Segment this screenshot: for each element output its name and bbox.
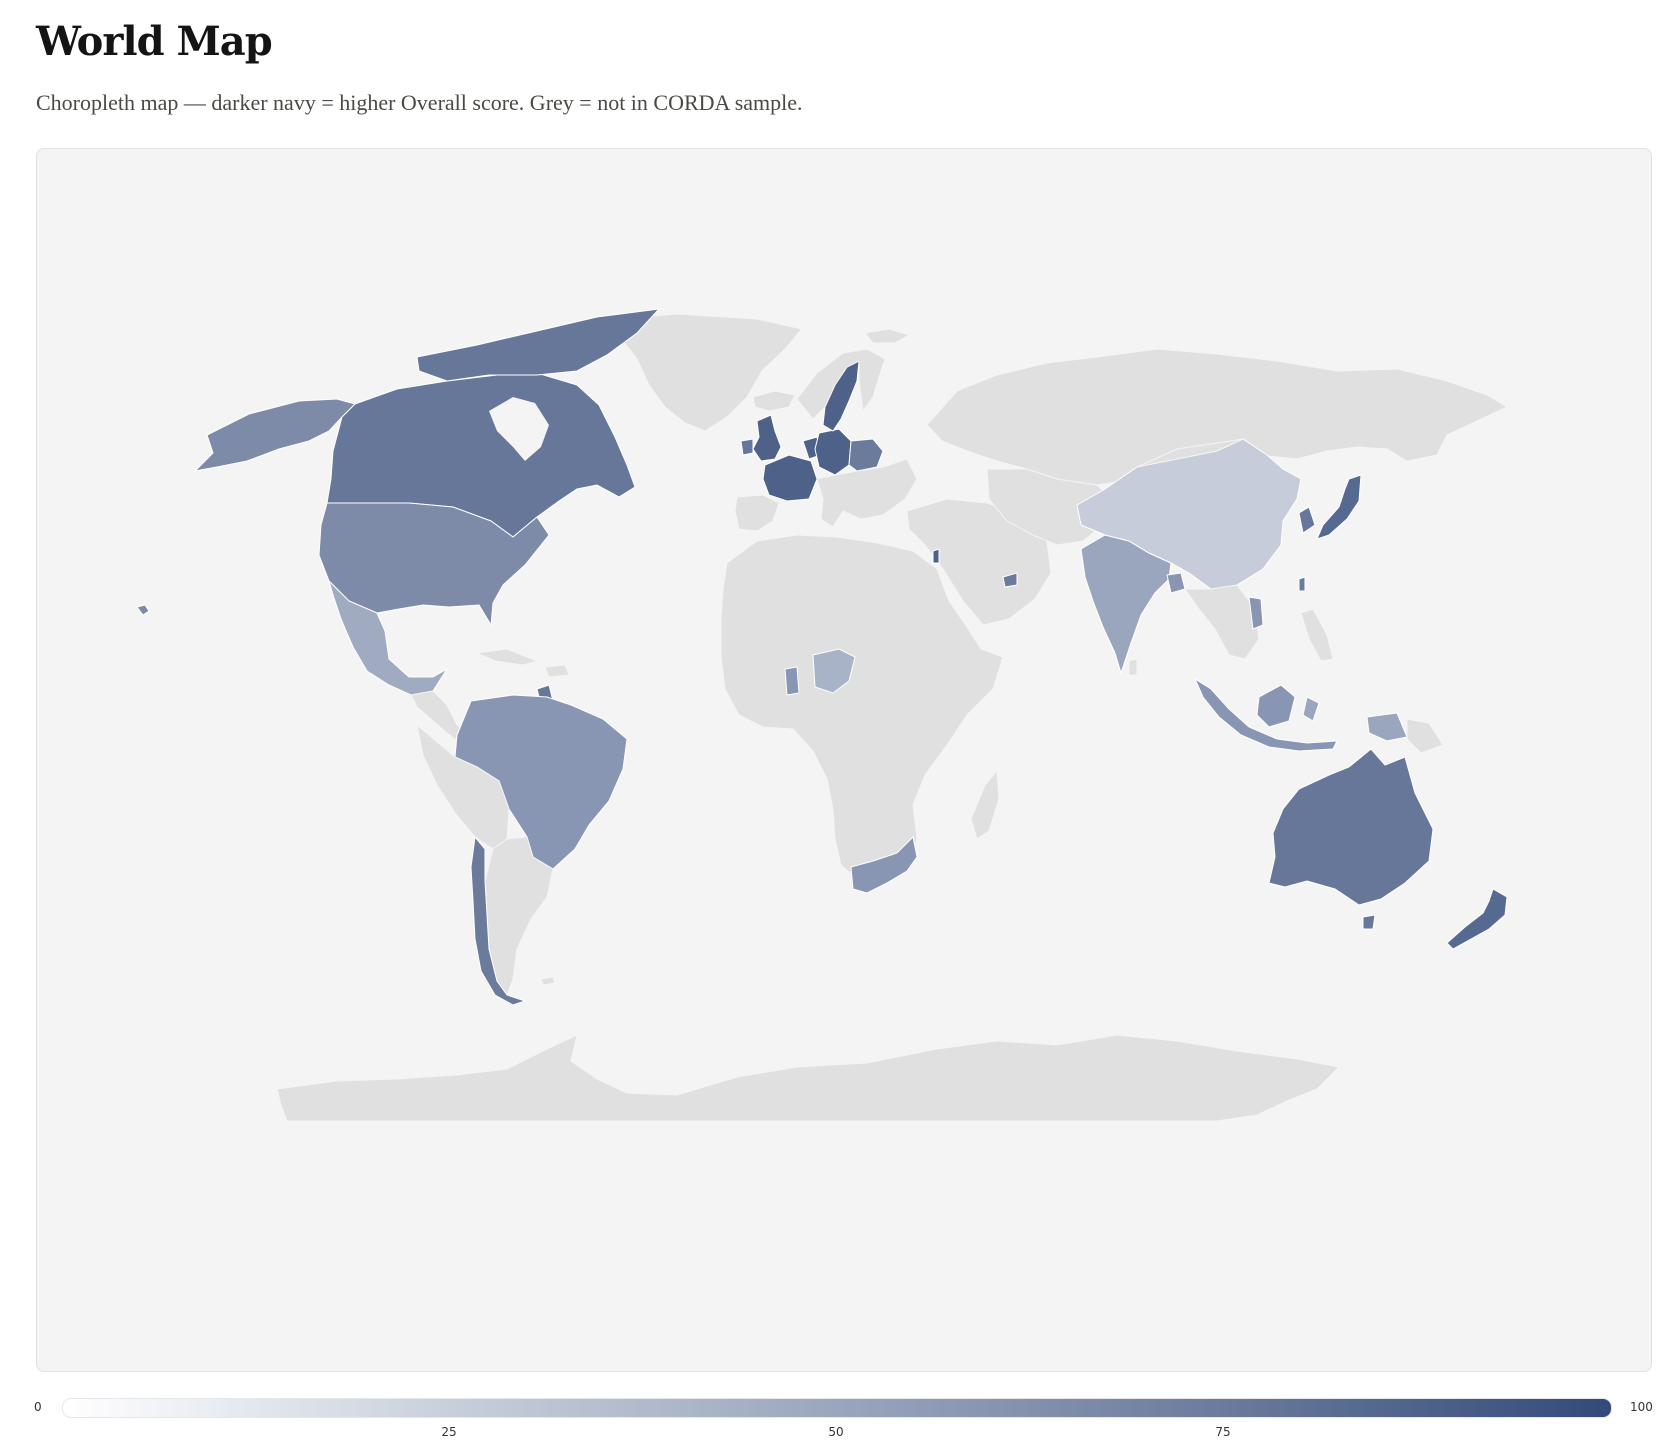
country-japan[interactable] — [1316, 474, 1362, 540]
legend-color-scale — [62, 1398, 1612, 1418]
country-tasmania[interactable] — [1362, 914, 1376, 930]
legend-tick-50: 50 — [828, 1425, 844, 1439]
legend-min-label: 0 — [34, 1400, 42, 1414]
country-hispaniola[interactable] — [544, 664, 570, 678]
country-france[interactable] — [762, 454, 818, 502]
country-iceland[interactable] — [752, 390, 796, 412]
legend-tick-25: 25 — [441, 1425, 457, 1439]
country-madagascar[interactable] — [970, 769, 1000, 840]
country-sri-lanka[interactable] — [1128, 658, 1138, 676]
page-subtitle: Choropleth map — darker navy = higher Ov… — [36, 90, 803, 115]
country-cuba[interactable] — [475, 648, 539, 666]
page-title: World Map — [36, 18, 273, 65]
country-israel[interactable] — [932, 548, 940, 564]
country-papua-new-guinea[interactable] — [1406, 718, 1444, 754]
country-australia[interactable] — [1268, 748, 1434, 906]
country-borneo[interactable] — [1256, 684, 1296, 728]
legend-tick-75: 75 — [1215, 1425, 1231, 1439]
country-southeast-asia[interactable] — [1184, 584, 1260, 660]
country-united-kingdom[interactable] — [752, 414, 782, 462]
country-ghana[interactable] — [784, 666, 800, 696]
country-south-korea[interactable] — [1298, 506, 1316, 534]
country-iberia[interactable] — [734, 494, 780, 532]
world-map-panel[interactable] — [36, 148, 1652, 1372]
country-sulawesi-papua[interactable] — [1302, 696, 1408, 742]
country-germany[interactable] — [814, 428, 852, 476]
legend-max-label: 100 — [1630, 1400, 1653, 1414]
country-falklands[interactable] — [540, 976, 556, 986]
country-antarctica[interactable] — [276, 1034, 1341, 1122]
country-canada-arctic-islands[interactable] — [416, 308, 661, 382]
country-philippines[interactable] — [1300, 608, 1334, 662]
country-usa-alaska[interactable] — [193, 398, 356, 472]
country-poland[interactable] — [848, 438, 884, 472]
world-map-svg[interactable] — [37, 149, 1651, 1371]
country-new-zealand[interactable] — [1446, 888, 1508, 950]
country-bangladesh[interactable] — [1166, 572, 1186, 594]
country-usa-hawaii[interactable] — [136, 604, 150, 616]
country-svalbard[interactable] — [864, 328, 911, 344]
country-taiwan[interactable] — [1298, 576, 1306, 592]
country-ireland[interactable] — [740, 438, 754, 456]
